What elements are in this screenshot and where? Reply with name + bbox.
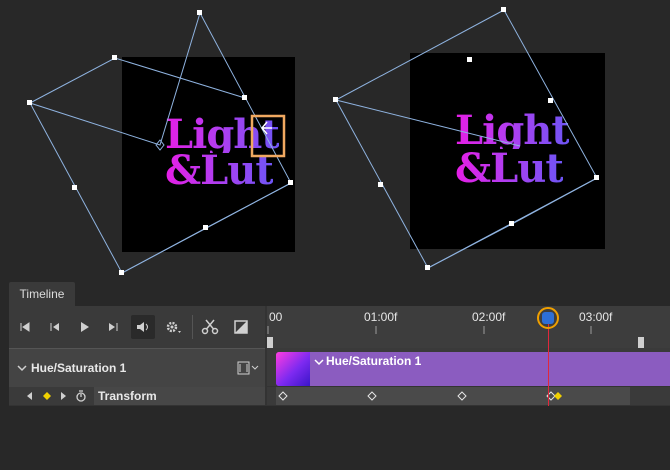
prev-keyframe-icon[interactable] [27, 392, 32, 400]
keyframe-diamond[interactable] [278, 391, 288, 401]
layer-name: Hue/Saturation 1 [31, 361, 127, 375]
film-strip-icon[interactable] [237, 361, 259, 375]
anchor-point[interactable] [378, 182, 383, 187]
anchor-point[interactable] [27, 100, 32, 105]
anchor-point[interactable] [594, 175, 599, 180]
timeline-body: 00 01:00f 02:00f 03:00f Hue/Saturation 1 [9, 306, 670, 406]
chevron-down-icon[interactable] [314, 357, 324, 367]
highlight-box [250, 114, 286, 158]
speaker-icon [137, 322, 148, 332]
work-area-end-handle[interactable] [638, 337, 644, 348]
keyframe-diamond[interactable] [367, 391, 377, 401]
transition-button[interactable] [229, 315, 253, 339]
playhead-line [548, 322, 549, 406]
previous-frame-button[interactable] [42, 315, 66, 339]
anchor-point[interactable] [119, 270, 124, 275]
anchor-point[interactable] [467, 57, 472, 62]
path-left-inner[interactable] [29, 12, 201, 146]
scissors-icon [201, 319, 219, 335]
clip-thumbnail [276, 352, 310, 386]
playback-controls [9, 306, 265, 348]
gear-icon [166, 321, 181, 333]
anchor-point[interactable] [425, 265, 430, 270]
next-frame-icon [109, 323, 118, 331]
anchor-point[interactable] [333, 97, 338, 102]
anchor-point[interactable] [112, 55, 117, 60]
anchor-point[interactable] [197, 10, 202, 15]
playhead-handle[interactable] [537, 307, 559, 329]
previous-frame-icon [50, 323, 59, 331]
work-area-start-handle[interactable] [267, 337, 273, 348]
transition-icon [234, 320, 248, 334]
layer-track[interactable]: Hue/Saturation 1 [267, 348, 670, 386]
property-row-transform[interactable]: Transform [9, 387, 265, 405]
time-ruler[interactable]: 00 01:00f 02:00f 03:00f [267, 306, 670, 348]
anchor-point[interactable] [509, 221, 514, 226]
first-frame-button[interactable] [13, 315, 37, 339]
split-button[interactable] [198, 315, 222, 339]
add-keyframe-icon[interactable] [43, 392, 51, 400]
toolbar-divider [192, 315, 193, 339]
canvas-area[interactable]: Light &Lut Light &Lut [0, 0, 670, 283]
path-right[interactable] [335, 9, 598, 269]
first-frame-icon [20, 322, 30, 332]
path-overlay[interactable] [0, 0, 670, 283]
clip-name: Hue/Saturation 1 [326, 354, 422, 368]
next-frame-button[interactable] [102, 315, 126, 339]
playhead-icon [542, 312, 554, 324]
keyframe-track[interactable] [267, 387, 670, 405]
audio-button[interactable] [131, 315, 155, 339]
tab-timeline[interactable]: Timeline [9, 282, 75, 306]
keyframe-diamond-selected[interactable] [554, 392, 562, 400]
anchor-point[interactable] [242, 95, 247, 100]
keyframe-diamond[interactable] [457, 391, 467, 401]
keyframe-nav [27, 390, 86, 402]
path-right-inner3[interactable] [335, 99, 521, 147]
anchor-point[interactable] [72, 185, 77, 190]
property-name: Transform [94, 387, 265, 405]
ruler-ticks [267, 326, 644, 348]
video-clip[interactable]: Hue/Saturation 1 [276, 352, 670, 386]
layer-row-hue-saturation[interactable]: Hue/Saturation 1 [9, 348, 265, 387]
anchor-point[interactable] [501, 7, 506, 12]
anchor-point[interactable] [203, 225, 208, 230]
chevron-down-icon[interactable] [16, 362, 28, 374]
play-button[interactable] [72, 315, 96, 339]
next-keyframe-icon[interactable] [61, 392, 66, 400]
anchor-point[interactable] [288, 180, 293, 185]
play-icon [81, 322, 89, 332]
path-right-inner[interactable] [335, 9, 505, 101]
settings-button[interactable] [161, 315, 185, 339]
keyframes [278, 391, 562, 401]
anchor-point[interactable] [548, 98, 553, 103]
timeline-panel: Timeline 00 01:00f 02:00f 03:00f Hue/Sat… [0, 282, 670, 470]
